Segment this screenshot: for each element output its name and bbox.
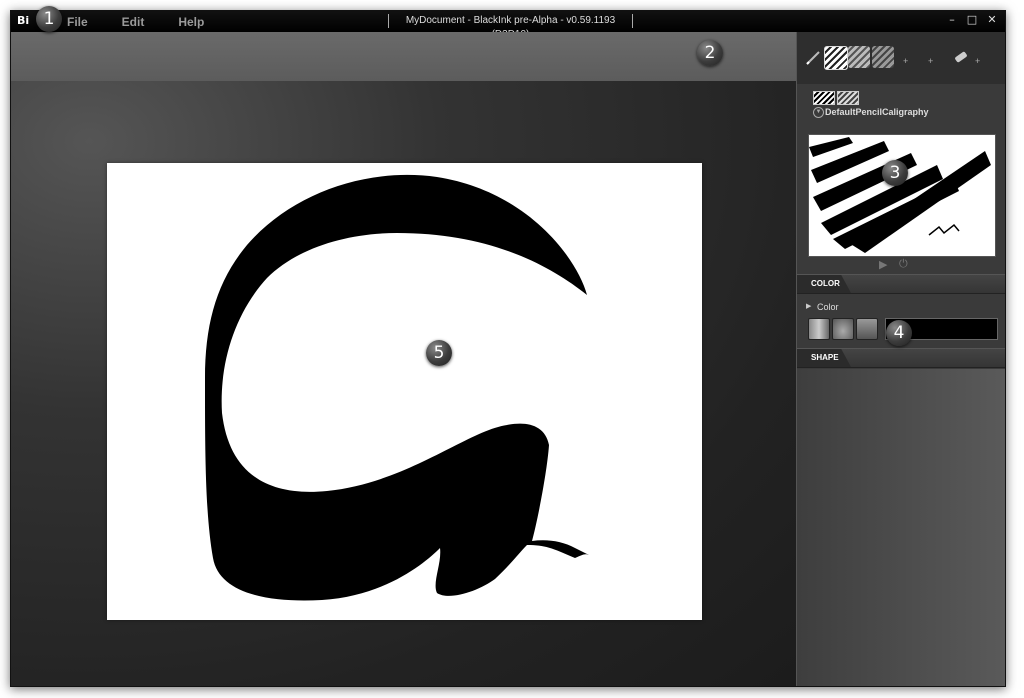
play-icon[interactable]: ▶ bbox=[879, 258, 887, 271]
expand-arrow-icon[interactable]: ▶ bbox=[806, 302, 811, 310]
dropdown-icon[interactable]: ▼ bbox=[813, 107, 824, 118]
brush-toolbar: + + + bbox=[797, 32, 1005, 84]
close-button[interactable]: ✕ bbox=[983, 12, 1001, 28]
brush-preset-3-icon[interactable] bbox=[872, 46, 894, 68]
brush-name[interactable]: DefaultPencilCaligraphy bbox=[825, 107, 929, 117]
maximize-button[interactable]: □ bbox=[963, 12, 981, 28]
minimize-button[interactable]: – bbox=[943, 12, 961, 28]
panel-body bbox=[797, 369, 1005, 686]
ink-stroke bbox=[205, 174, 589, 601]
menu-help[interactable]: Help bbox=[178, 15, 204, 29]
swatches-icon[interactable] bbox=[808, 318, 830, 340]
right-panel: + + + ▼ DefaultPencilCaligraphy ▶ ⏻ COLO… bbox=[796, 32, 1005, 686]
add-preset-icon[interactable]: + bbox=[903, 56, 908, 66]
callout-3: 3 bbox=[882, 160, 908, 186]
color-tab-header: COLOR bbox=[797, 274, 1005, 294]
tab-shape[interactable]: SHAPE bbox=[797, 349, 851, 367]
color-wheel-icon[interactable] bbox=[832, 318, 854, 340]
menu-file[interactable]: File bbox=[67, 15, 88, 29]
power-icon[interactable]: ⏻ bbox=[899, 258, 908, 271]
mini-preset-2[interactable] bbox=[837, 91, 859, 105]
stroke-preview bbox=[808, 134, 996, 257]
drawing-canvas[interactable] bbox=[107, 163, 702, 620]
add-preset-icon[interactable]: + bbox=[975, 56, 980, 66]
menu-bar: File Edit Help bbox=[67, 15, 204, 29]
app-window: Bi File Edit Help MyDocument - BlackInk … bbox=[10, 10, 1006, 687]
main-toolbar bbox=[11, 32, 796, 82]
stroke-preview-drawing bbox=[809, 137, 991, 253]
eraser-icon[interactable] bbox=[950, 46, 972, 68]
app-logo: Bi bbox=[17, 14, 30, 27]
brush-preset-2-icon[interactable] bbox=[848, 46, 870, 68]
picker-face-icon[interactable] bbox=[856, 318, 878, 340]
shape-tab-header: SHAPE bbox=[797, 348, 1005, 368]
callout-2: 2 bbox=[697, 40, 723, 66]
title-bar: Bi File Edit Help MyDocument - BlackInk … bbox=[11, 11, 1005, 40]
mini-preset-1[interactable] bbox=[813, 91, 835, 105]
calligraphy-drawing bbox=[205, 174, 589, 601]
window-controls: – □ ✕ bbox=[943, 12, 1001, 28]
callout-4: 4 bbox=[886, 320, 912, 346]
menu-edit[interactable]: Edit bbox=[122, 15, 145, 29]
tab-color[interactable]: COLOR bbox=[797, 275, 851, 293]
pen-icon[interactable] bbox=[803, 46, 825, 68]
add-preset-icon[interactable]: + bbox=[928, 56, 933, 66]
color-label: Color bbox=[817, 302, 839, 312]
window-title: MyDocument - BlackInk pre-Alpha - v0.59.… bbox=[388, 14, 633, 40]
canvas-area[interactable] bbox=[11, 81, 796, 686]
callout-1: 1 bbox=[36, 6, 62, 32]
brush-preset-1-icon[interactable] bbox=[824, 46, 848, 70]
callout-5: 5 bbox=[426, 340, 452, 366]
